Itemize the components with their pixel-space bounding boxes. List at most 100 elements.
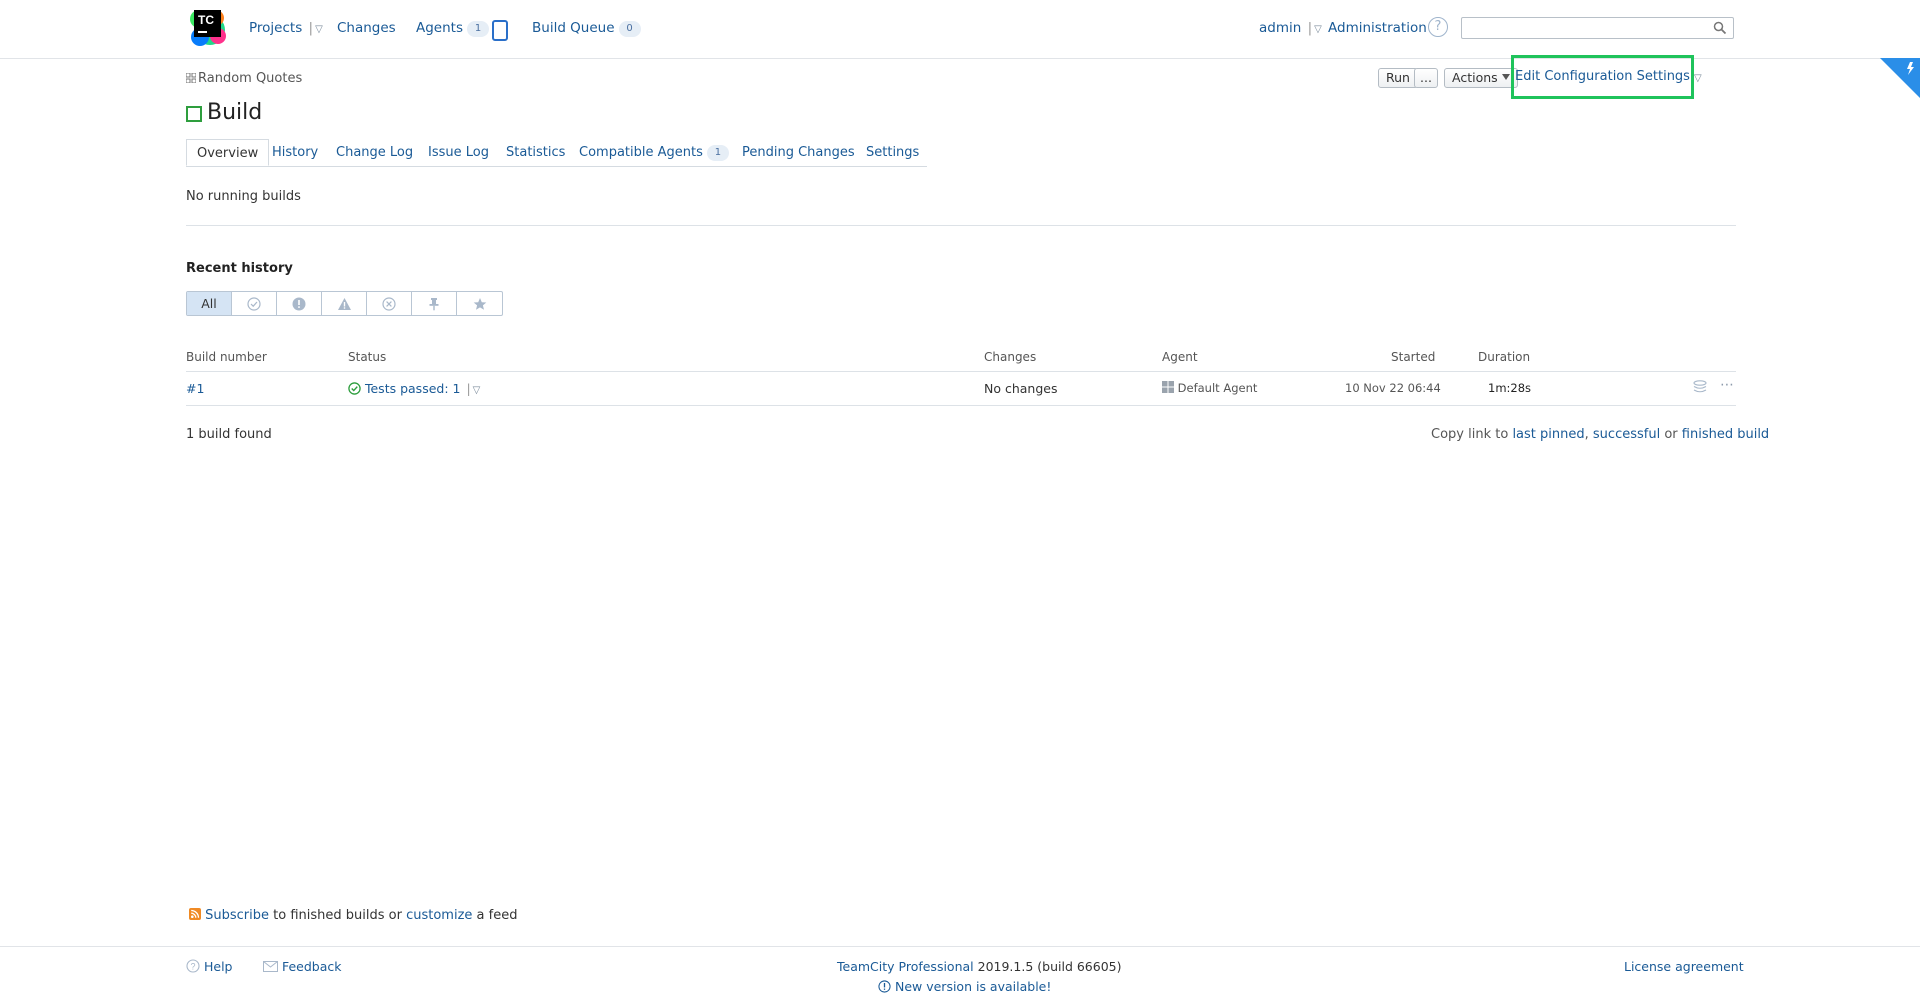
build-number-link[interactable]: #1 (186, 381, 204, 396)
filter-all[interactable]: All (187, 292, 232, 315)
top-bar: TC Projects | ▽ Changes Agents 1 Build Que… (0, 0, 1920, 59)
footer-feedback-link[interactable]: Feedback (282, 959, 342, 974)
column-header-status: Status (348, 350, 387, 364)
more-options-icon[interactable]: ⋯ (1720, 377, 1734, 393)
build-queue-count-badge: 0 (618, 21, 641, 37)
user-menu[interactable]: admin | ▽ (1259, 20, 1322, 36)
column-header-duration: Duration (1478, 350, 1531, 364)
tab-settings[interactable]: Settings (866, 139, 919, 166)
tab-pending-changes[interactable]: Pending Changes (742, 139, 855, 166)
copy-link-comma: , (1584, 427, 1589, 442)
table-row-divider (186, 405, 1736, 406)
copy-link-last-pinned[interactable]: last pinned (1512, 427, 1584, 442)
success-icon (348, 382, 361, 395)
teamcity-logo[interactable]: TC (188, 6, 228, 48)
user-name[interactable]: admin (1259, 20, 1301, 36)
info-icon (878, 980, 891, 993)
build-duration: 1m:28s (1488, 381, 1532, 395)
build-agent[interactable]: Default Agent (1162, 381, 1257, 395)
nav-build-queue[interactable]: Build Queue 0 (532, 20, 641, 37)
run-button[interactable]: Run (1378, 68, 1418, 88)
subscribe-link[interactable]: Subscribe (205, 908, 269, 923)
build-started: 10 Nov 22 06:44 (1345, 381, 1441, 395)
agent-status-icon[interactable] (492, 20, 508, 41)
tab-history[interactable]: History (272, 139, 318, 166)
exclamation-circle-icon (292, 297, 306, 310)
run-options-button[interactable]: ... (1414, 68, 1438, 88)
build-number[interactable]: #1 (186, 381, 204, 396)
nav-administration[interactable]: Administration (1328, 20, 1427, 36)
filter-failed[interactable] (277, 292, 322, 315)
compatible-agents-count-badge: 1 (706, 145, 729, 161)
product-name-link[interactable]: TeamCity Professional (837, 959, 974, 974)
agents-count-badge: 1 (467, 21, 489, 37)
chevron-down-icon[interactable]: ▽ (315, 24, 323, 35)
chevron-down-icon[interactable]: ▽ (473, 385, 481, 396)
project-grid-icon (186, 73, 196, 83)
copy-link-successful[interactable]: successful (1593, 427, 1660, 442)
tab-compatible-agents[interactable]: Compatible Agents 1 (579, 139, 729, 166)
history-filter: All (186, 291, 503, 316)
new-version-link[interactable]: New version is available! (895, 979, 1051, 994)
warning-icon (337, 297, 351, 310)
envelope-icon (263, 961, 278, 972)
new-version-notice[interactable]: New version is available! (878, 979, 1051, 994)
footer-help[interactable]: ? Help (186, 959, 232, 974)
status-text[interactable]: Tests passed: 1 (365, 381, 460, 396)
copy-link-finished[interactable]: finished build (1682, 427, 1769, 442)
separator: | (1307, 20, 1313, 36)
footer-divider (0, 946, 1920, 947)
filter-canceled[interactable] (367, 292, 412, 315)
page-title: Build (207, 100, 263, 125)
footer-feedback[interactable]: Feedback (263, 959, 342, 974)
tab-issue-log[interactable]: Issue Log (428, 139, 489, 166)
filter-warnings[interactable] (322, 292, 367, 315)
search-icon[interactable] (1713, 21, 1727, 35)
corner-ribbon[interactable] (1880, 58, 1920, 98)
nav-agents-label[interactable]: Agents (416, 20, 463, 36)
filter-favorites[interactable] (457, 292, 502, 315)
svg-text:?: ? (191, 962, 196, 972)
tab-compatible-agents-label[interactable]: Compatible Agents (579, 145, 703, 160)
actions-button[interactable]: Actions (1444, 68, 1518, 88)
nav-agents[interactable]: Agents 1 (416, 20, 489, 37)
tab-bar: Overview History Change Log Issue Log St… (186, 139, 927, 167)
tab-overview[interactable]: Overview (186, 139, 270, 166)
separator: | (308, 20, 314, 36)
check-circle-icon (247, 296, 261, 311)
nav-projects[interactable]: Projects | ▽ (249, 20, 323, 36)
artifacts-icon[interactable] (1692, 380, 1708, 397)
nav-changes[interactable]: Changes (337, 20, 396, 36)
pin-icon (429, 297, 439, 310)
filter-pinned[interactable] (412, 292, 457, 315)
chevron-down-icon[interactable]: ▽ (1694, 73, 1702, 84)
copy-link-or: or (1664, 427, 1678, 442)
license-agreement-link[interactable]: License agreement (1624, 959, 1744, 974)
help-icon[interactable]: ? (1428, 17, 1448, 37)
separator: | (466, 381, 471, 396)
footer-version: TeamCity Professional 2019.1.5 (build 66… (837, 959, 1122, 974)
build-status[interactable]: Tests passed: 1 | ▽ (348, 381, 480, 396)
agent-name[interactable]: Default Agent (1178, 381, 1258, 395)
nav-projects-label[interactable]: Projects (249, 20, 302, 36)
edit-configuration-settings-link[interactable]: Edit Configuration Settings (1511, 55, 1694, 99)
nav-build-queue-label[interactable]: Build Queue (532, 20, 615, 36)
actions-label[interactable]: Actions (1452, 70, 1498, 85)
column-header-started: Started (1391, 350, 1436, 364)
search-input[interactable] (1461, 17, 1734, 39)
running-builds-status: No running builds (186, 189, 301, 204)
build-changes[interactable]: No changes (984, 381, 1058, 396)
recent-history-heading: Recent history (186, 261, 293, 276)
tab-statistics[interactable]: Statistics (506, 139, 565, 166)
product-version: 2019.1.5 (build 66605) (977, 959, 1122, 974)
column-header-changes: Changes (984, 350, 1037, 364)
help-icon: ? (186, 959, 200, 973)
breadcrumb-project[interactable]: Random Quotes (198, 71, 302, 86)
chevron-down-icon[interactable]: ▽ (1314, 24, 1322, 35)
customize-link[interactable]: customize (406, 908, 472, 923)
rss-icon[interactable] (189, 908, 201, 920)
footer-help-link[interactable]: Help (204, 959, 233, 974)
filter-successful[interactable] (232, 292, 277, 315)
tab-change-log[interactable]: Change Log (336, 139, 413, 166)
breadcrumb[interactable]: Random Quotes (186, 71, 302, 86)
